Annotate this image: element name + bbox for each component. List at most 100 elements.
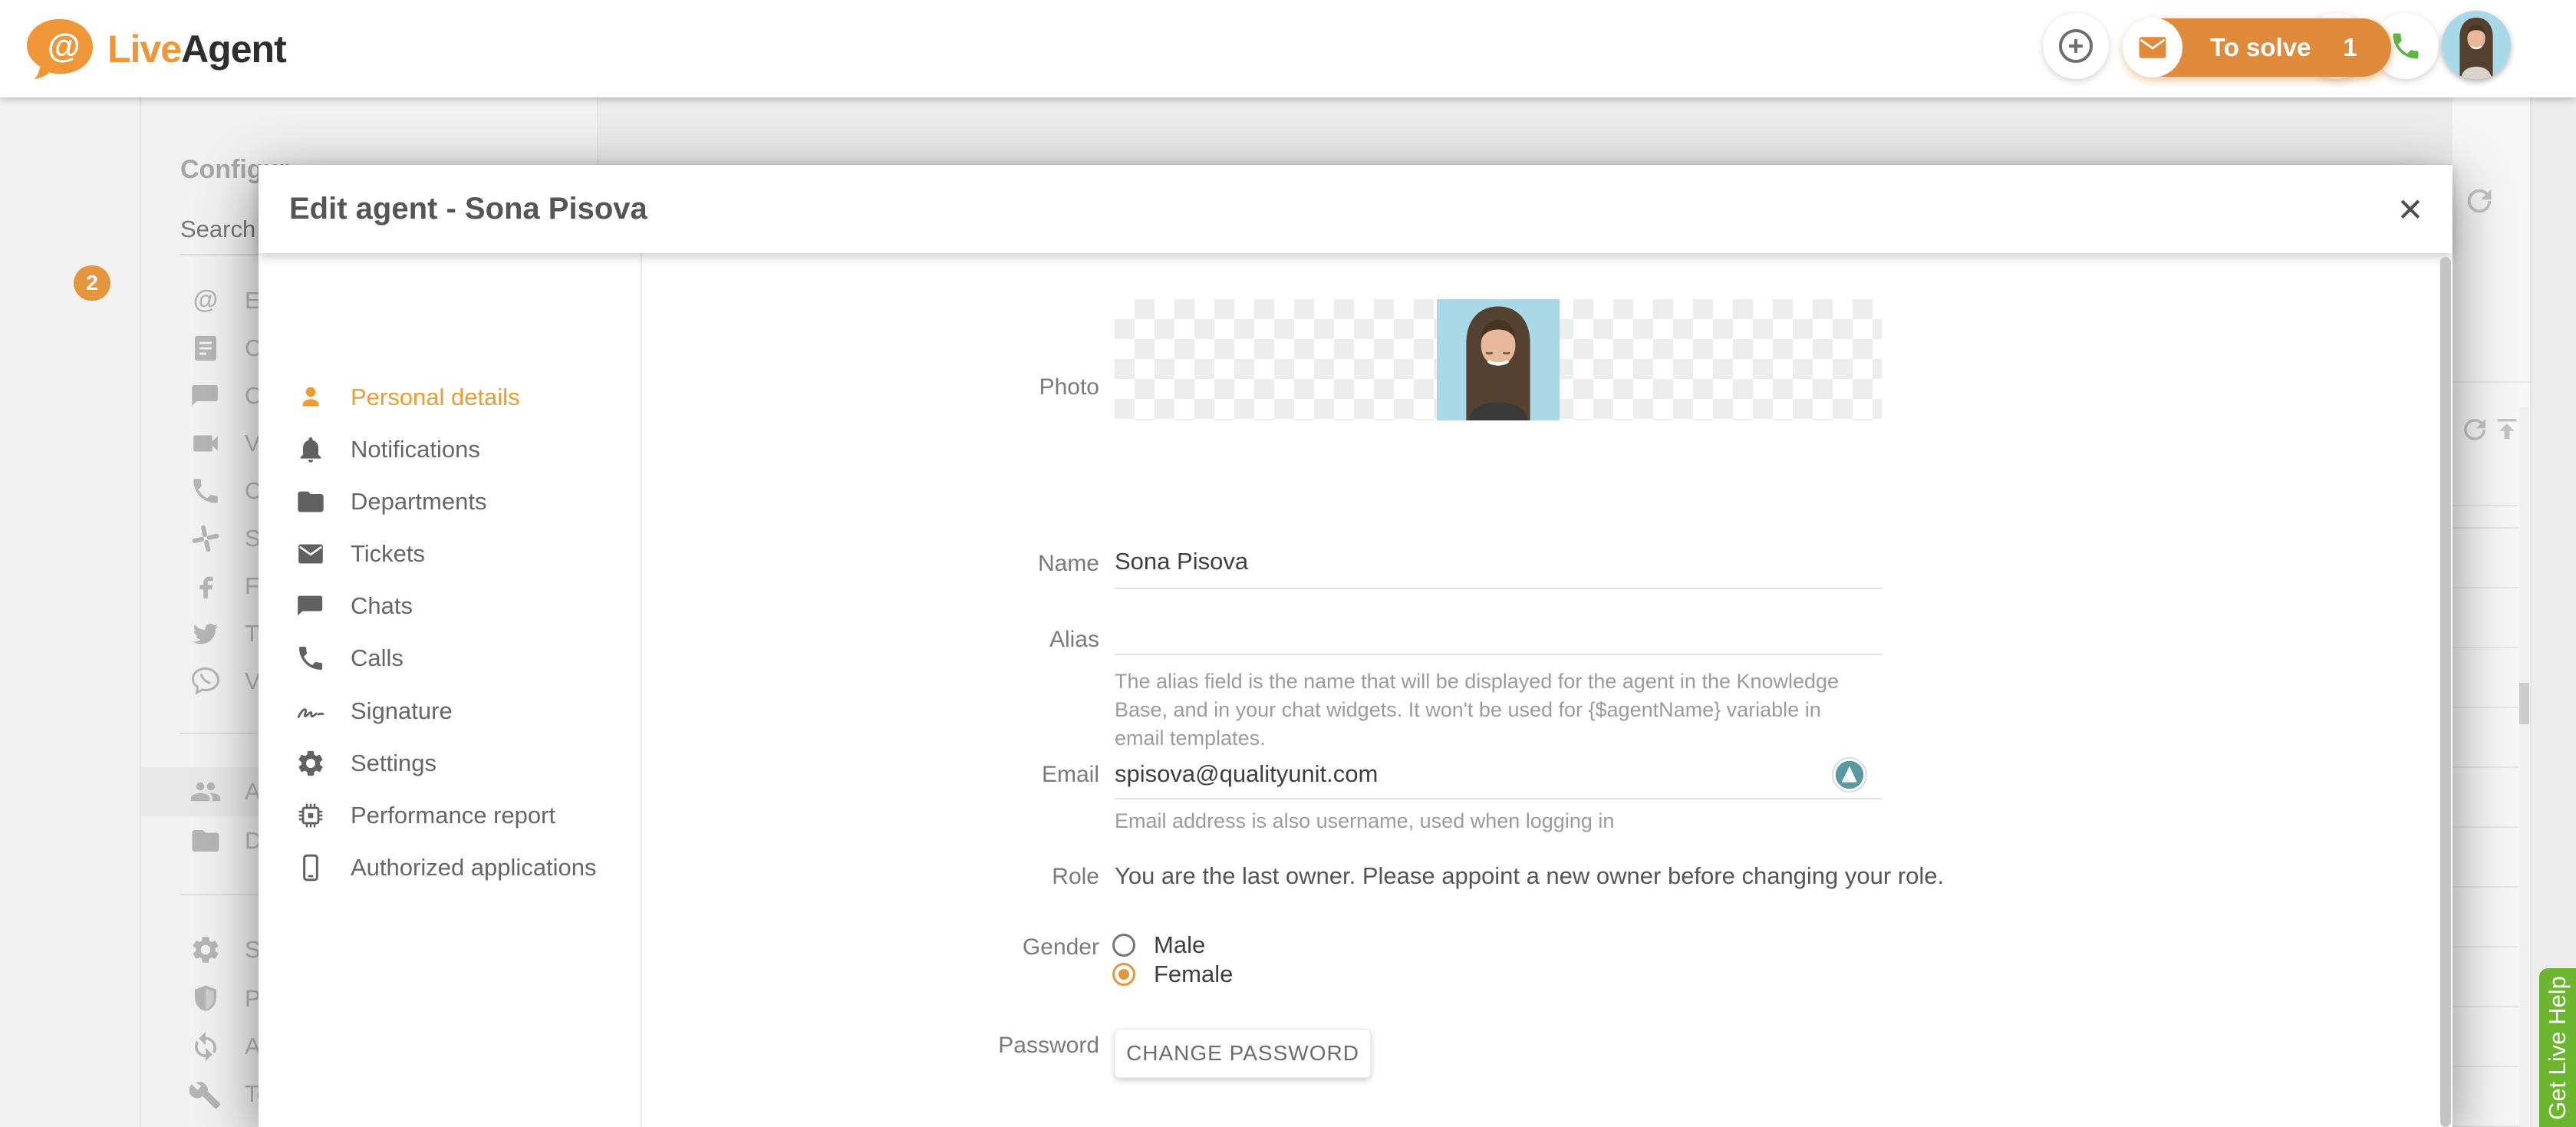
table-row-line [2452, 647, 2518, 648]
table-row-line [2452, 766, 2518, 768]
email-input[interactable]: spisova@qualityunit.com [1115, 760, 1378, 788]
tab-calls[interactable]: Calls [259, 632, 639, 684]
person-icon [295, 382, 326, 413]
alias-label: Alias [700, 627, 1099, 653]
liveagent-app: @ LiveAgent To solve 1 30% 2 [0, 0, 2576, 1127]
folder-icon [295, 486, 326, 517]
tab-signature[interactable]: Signature [259, 685, 639, 737]
tab-performance-report[interactable]: Performance report [259, 789, 639, 842]
email-help-text: Email address is also username, used whe… [1115, 807, 1874, 835]
wrench-icon [189, 1078, 222, 1110]
videocam-icon [189, 427, 222, 460]
refresh-icon[interactable] [2462, 183, 2497, 219]
tab-tickets[interactable]: Tickets [259, 528, 639, 580]
envelope-icon [2136, 31, 2169, 64]
background-scrollbar-track[interactable] [2519, 407, 2529, 1127]
table-row-line [2452, 505, 2518, 506]
upload-icon[interactable] [2491, 414, 2523, 446]
radio-female[interactable] [1112, 963, 1135, 986]
gear-icon [295, 748, 326, 779]
tab-notifications[interactable]: Notifications [259, 423, 639, 476]
to-solve-label: To solve [2210, 33, 2311, 62]
logo-wordmark: LiveAgent [107, 27, 286, 71]
name-input-underline [1115, 588, 1882, 589]
table-row-line [2452, 946, 2518, 947]
folder-icon [189, 825, 222, 857]
liveagent-logo[interactable]: @ LiveAgent [23, 12, 453, 86]
password-label: Password [700, 1033, 1099, 1059]
slack-icon [189, 522, 222, 555]
signature-icon [295, 696, 326, 727]
radio-male[interactable] [1112, 934, 1135, 957]
shield-icon [189, 983, 222, 1015]
table-row-line [2452, 1066, 2518, 1067]
alias-help-text: The alias field is the name that will be… [1115, 667, 1874, 753]
document-icon [189, 332, 222, 364]
add-new-button[interactable] [2043, 13, 2109, 79]
tab-authorized-applications[interactable]: Authorized applications [259, 842, 639, 894]
name-label: Name [700, 551, 1099, 577]
tab-settings[interactable]: Settings [259, 737, 639, 789]
table-row-line [2452, 1006, 2518, 1007]
people-icon [189, 776, 222, 808]
gear-icon [189, 934, 222, 966]
gender-option-male[interactable]: Male [1112, 931, 1205, 959]
to-solve-button[interactable]: To solve 1 [2123, 18, 2391, 77]
phone-icon [295, 643, 326, 674]
logo-bubble-icon: @ [23, 16, 97, 82]
tab-personal-details[interactable]: Personal details [259, 371, 639, 423]
twitter-icon [189, 618, 222, 650]
table-row-line [2452, 587, 2518, 588]
gender-option-female[interactable]: Female [1112, 961, 1233, 988]
envelope-icon [295, 539, 326, 569]
email-label: Email [700, 762, 1099, 788]
edit-agent-modal: Edit agent - Sona Pisova ✕ Personal deta… [259, 165, 2452, 1127]
mobile-icon [295, 852, 326, 883]
get-live-help-label: Get Live Help [2544, 976, 2571, 1120]
modal-scrollbar[interactable] [2440, 257, 2451, 1127]
chat-bubble-icon [189, 380, 222, 412]
chip-icon [295, 800, 326, 831]
main-sidebar [0, 97, 141, 1127]
at-icon: @ [189, 285, 222, 317]
plus-circle-icon [2054, 25, 2097, 68]
svg-text:@: @ [193, 286, 218, 315]
role-message: You are the last owner. Please appoint a… [1115, 862, 1944, 890]
background-scrollbar-thumb[interactable] [2519, 683, 2529, 724]
change-password-button[interactable]: CHANGE PASSWORD [1115, 1029, 1371, 1078]
role-label: Role [700, 864, 1099, 890]
phone-icon [2389, 29, 2423, 63]
tab-chats[interactable]: Chats [259, 580, 639, 632]
tickets-badge: 2 [74, 265, 110, 301]
modal-title: Edit agent - Sona Pisova [289, 165, 647, 253]
viber-icon [189, 665, 222, 697]
phone-icon [189, 475, 222, 507]
to-solve-envelope-circle [2123, 18, 2182, 77]
email-input-underline [1115, 798, 1882, 799]
top-header: @ LiveAgent To solve 1 [0, 0, 2576, 97]
facebook-icon [189, 570, 222, 602]
modal-nav: Personal details Notifications Departmen… [259, 253, 642, 1127]
user-avatar[interactable] [2442, 11, 2511, 80]
get-live-help-ribbon[interactable]: Get Live Help [2539, 968, 2576, 1127]
agent-photo [1437, 299, 1560, 420]
gender-label: Gender [700, 934, 1099, 961]
svg-text:@: @ [48, 28, 81, 65]
tab-departments[interactable]: Departments [259, 476, 639, 528]
chat-bubble-icon [295, 591, 326, 621]
refresh-icon[interactable] [2459, 414, 2491, 446]
bell-icon [295, 434, 326, 465]
gravatar-icon [1832, 757, 1867, 793]
table-row-line [2452, 707, 2518, 708]
name-input[interactable]: Sona Pisova [1115, 548, 1248, 575]
photo-label: Photo [700, 374, 1099, 400]
personal-details-form: Photo Name Sona Pisova Alias The alias f… [641, 253, 2451, 1127]
table-row-line [2452, 826, 2518, 828]
table-row-line [2452, 886, 2518, 888]
panel-divider [2452, 381, 2530, 383]
table-row-line [2452, 527, 2518, 529]
close-icon[interactable]: ✕ [2387, 186, 2433, 232]
sync-icon [189, 1030, 222, 1063]
alias-input-underline[interactable] [1115, 654, 1882, 655]
modal-header: Edit agent - Sona Pisova ✕ [259, 165, 2452, 253]
